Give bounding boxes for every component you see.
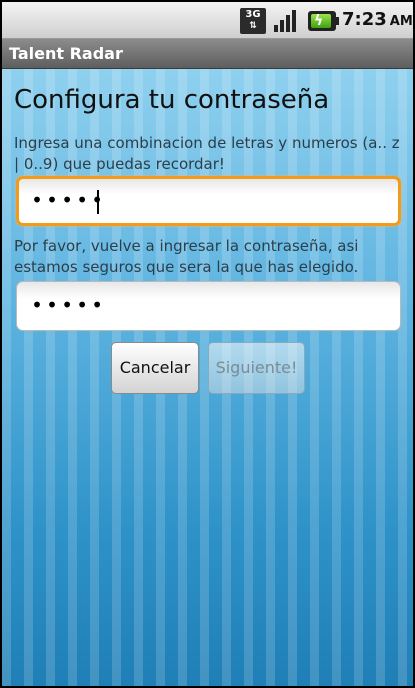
device-screen: 3G ⇅ ϟ 7:23 AM Talent Radar Configura tu … [2, 2, 413, 686]
password-setup-screen: Configura tu contraseña Ingresa una comb… [2, 69, 413, 686]
password-instruction: Ingresa una combinacion de letras y nume… [14, 134, 400, 173]
page-title: Configura tu contraseña [14, 85, 330, 115]
next-button[interactable]: Siguiente! [208, 342, 305, 394]
battery-charging-icon: ϟ [308, 11, 339, 31]
confirm-password-instruction: Por favor, vuelve a ingresar la contrase… [14, 237, 359, 276]
app-title: Talent Radar [9, 44, 123, 63]
app-title-bar: Talent Radar [2, 39, 413, 69]
status-clock: 7:23 AM [342, 9, 413, 30]
text-cursor [97, 190, 99, 214]
confirm-password-input[interactable]: ••••• [16, 281, 401, 331]
cancel-button[interactable]: Cancelar [111, 342, 199, 394]
clock-time: 7:23 [342, 9, 387, 30]
network-3g-icon: 3G ⇅ [240, 8, 266, 34]
clock-ampm: AM [389, 14, 413, 29]
confirm-password-masked-value: ••••• [31, 293, 107, 317]
password-masked-value: ••••• [31, 188, 107, 212]
data-activity-arrows: ⇅ [249, 21, 257, 31]
password-input[interactable]: ••••• [16, 176, 401, 226]
network-type-label: 3G [245, 9, 261, 20]
signal-strength-icon [274, 10, 296, 32]
status-bar: 3G ⇅ ϟ 7:23 AM [2, 2, 413, 39]
